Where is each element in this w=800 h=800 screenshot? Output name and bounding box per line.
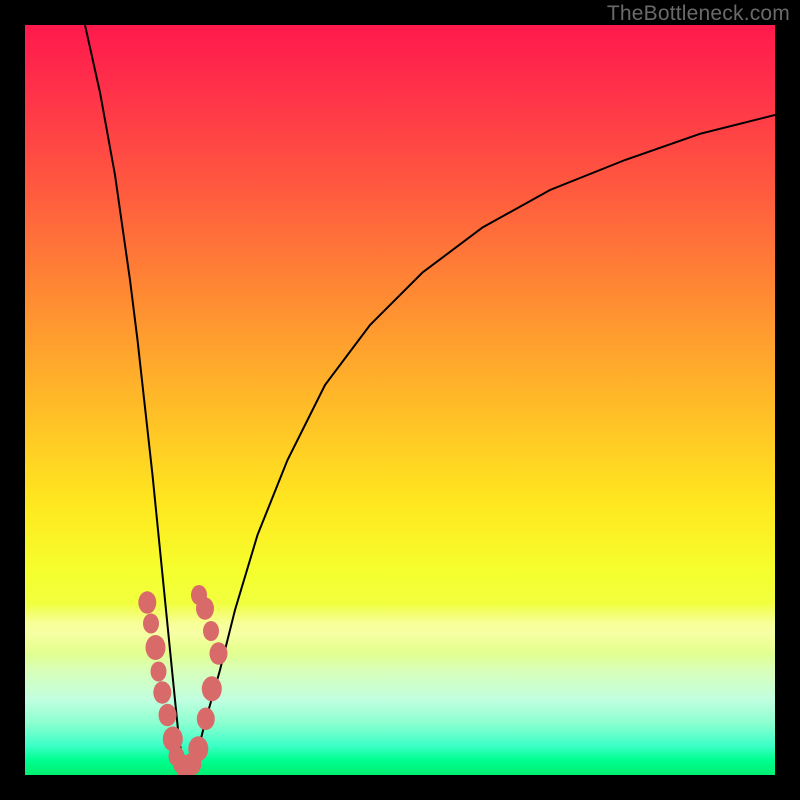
data-marker [203,621,219,641]
data-marker [153,681,171,704]
plot-area [25,25,775,775]
data-marker [159,704,177,727]
chart-frame: TheBottleneck.com [0,0,800,800]
data-marker [138,591,156,614]
data-marker [197,708,215,731]
data-marker [146,635,166,660]
data-marker [143,614,159,634]
watermark-text: TheBottleneck.com [607,2,790,26]
curve-left [85,25,186,771]
chart-overlay [25,25,775,775]
data-marker [188,736,208,761]
curve-right [190,115,775,771]
marker-group [138,585,227,775]
data-marker [210,642,228,665]
data-marker [191,585,207,605]
data-marker [151,662,167,682]
data-marker [202,676,222,701]
